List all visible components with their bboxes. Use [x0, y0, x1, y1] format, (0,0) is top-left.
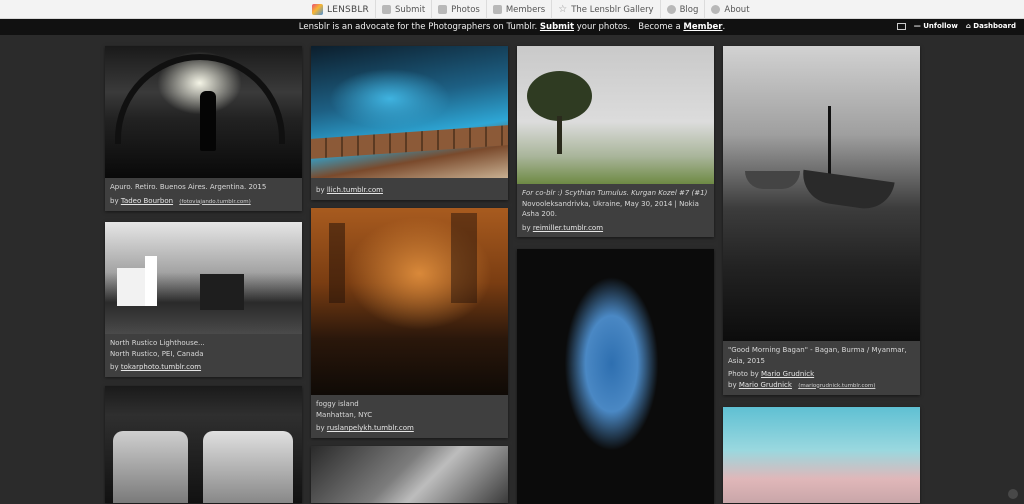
- cloud-upload-icon: [382, 5, 391, 14]
- announcement-text: Lensblr is an advocate for the Photograp…: [0, 22, 1024, 32]
- author-link[interactable]: llich.tumblr.com: [327, 186, 383, 194]
- post-card: North Rustico Lighthouse... North Rustic…: [105, 222, 302, 377]
- post-card: [105, 386, 302, 503]
- post-caption: Apuro. Retiro. Buenos Aires. Argentina. …: [105, 178, 302, 211]
- author-link[interactable]: Tadeo Bourbon: [121, 197, 173, 205]
- nav-item-members[interactable]: Members: [486, 0, 551, 19]
- nav-item-submit[interactable]: Submit: [375, 0, 431, 19]
- post-photo[interactable]: [723, 407, 920, 503]
- brand-label: LENSBLR: [327, 5, 369, 15]
- nav-label: Photos: [451, 5, 480, 15]
- nav-item-about[interactable]: About: [704, 0, 755, 19]
- post-photo[interactable]: [105, 222, 302, 334]
- post-card: [517, 249, 714, 504]
- submit-link[interactable]: Submit: [540, 22, 574, 32]
- post-photo[interactable]: [517, 249, 714, 504]
- member-link[interactable]: Member: [683, 22, 722, 32]
- author-link[interactable]: reimiller.tumblr.com: [533, 224, 603, 232]
- post-photo[interactable]: [517, 46, 714, 184]
- post-photo[interactable]: [723, 46, 920, 341]
- photos-icon: [438, 5, 447, 14]
- author-link[interactable]: Mario Grudnick: [739, 381, 792, 389]
- post-card: foggy island Manhattan, NYC by ruslanpel…: [311, 208, 508, 438]
- post-photo[interactable]: [311, 446, 508, 503]
- photographer-link[interactable]: Mario Grudnick: [761, 370, 814, 378]
- announcement-bar: Lensblr is an advocate for the Photograp…: [0, 19, 1024, 35]
- post-card: For co-blr :) Scythian Tumulus. Kurgan K…: [517, 46, 714, 237]
- top-navigation: LENSBLR Submit Photos Members ☆ The Lens…: [0, 0, 1024, 19]
- post-photo[interactable]: [311, 208, 508, 395]
- post-card: "Good Morning Bagan" - Bagan, Burma / My…: [723, 46, 920, 395]
- post-photo[interactable]: [105, 46, 302, 178]
- post-card: [723, 407, 920, 503]
- post-caption: For co-blr :) Scythian Tumulus. Kurgan K…: [517, 184, 714, 237]
- star-icon: ☆: [558, 4, 567, 15]
- unfollow-button[interactable]: — Unfollow: [914, 22, 958, 30]
- dashboard-button[interactable]: ⌂ Dashboard: [966, 22, 1016, 30]
- site-link[interactable]: (mariogrudnick.tumblr.com): [798, 383, 875, 389]
- post-caption: by llich.tumblr.com: [311, 178, 508, 200]
- post-caption: North Rustico Lighthouse... North Rustic…: [105, 334, 302, 377]
- nav-item-blog[interactable]: Blog: [660, 0, 705, 19]
- post-photo[interactable]: [105, 386, 302, 503]
- author-link[interactable]: tokarphoto.tumblr.com: [121, 363, 201, 371]
- post-card: Apuro. Retiro. Buenos Aires. Argentina. …: [105, 46, 302, 211]
- lensblr-logo-icon: [312, 4, 323, 15]
- nav-brand[interactable]: LENSBLR: [306, 0, 375, 19]
- nav-label: The Lensblr Gallery: [571, 5, 653, 15]
- speech-bubble-icon: [667, 5, 676, 14]
- mail-icon[interactable]: [897, 23, 906, 30]
- nav-label: Blog: [680, 5, 699, 15]
- nav-item-photos[interactable]: Photos: [431, 0, 486, 19]
- site-link[interactable]: (fotoviajando.tumblr.com): [179, 199, 250, 205]
- author-link[interactable]: ruslanpelykh.tumblr.com: [327, 424, 414, 432]
- nav-label: About: [724, 5, 749, 15]
- nav-item-gallery[interactable]: ☆ The Lensblr Gallery: [551, 0, 659, 19]
- post-card: by llich.tumblr.com: [311, 46, 508, 200]
- nav-label: Members: [506, 5, 545, 15]
- post-photo[interactable]: [311, 46, 508, 178]
- nav-label: Submit: [395, 5, 425, 15]
- tumblr-controls: — Unfollow ⌂ Dashboard: [897, 22, 1016, 30]
- post-caption: "Good Morning Bagan" - Bagan, Burma / My…: [723, 341, 920, 395]
- scroll-arrow-icon[interactable]: [1008, 489, 1018, 499]
- post-caption: foggy island Manhattan, NYC by ruslanpel…: [311, 395, 508, 438]
- post-card: [311, 446, 508, 503]
- info-icon: [711, 5, 720, 14]
- members-icon: [493, 5, 502, 14]
